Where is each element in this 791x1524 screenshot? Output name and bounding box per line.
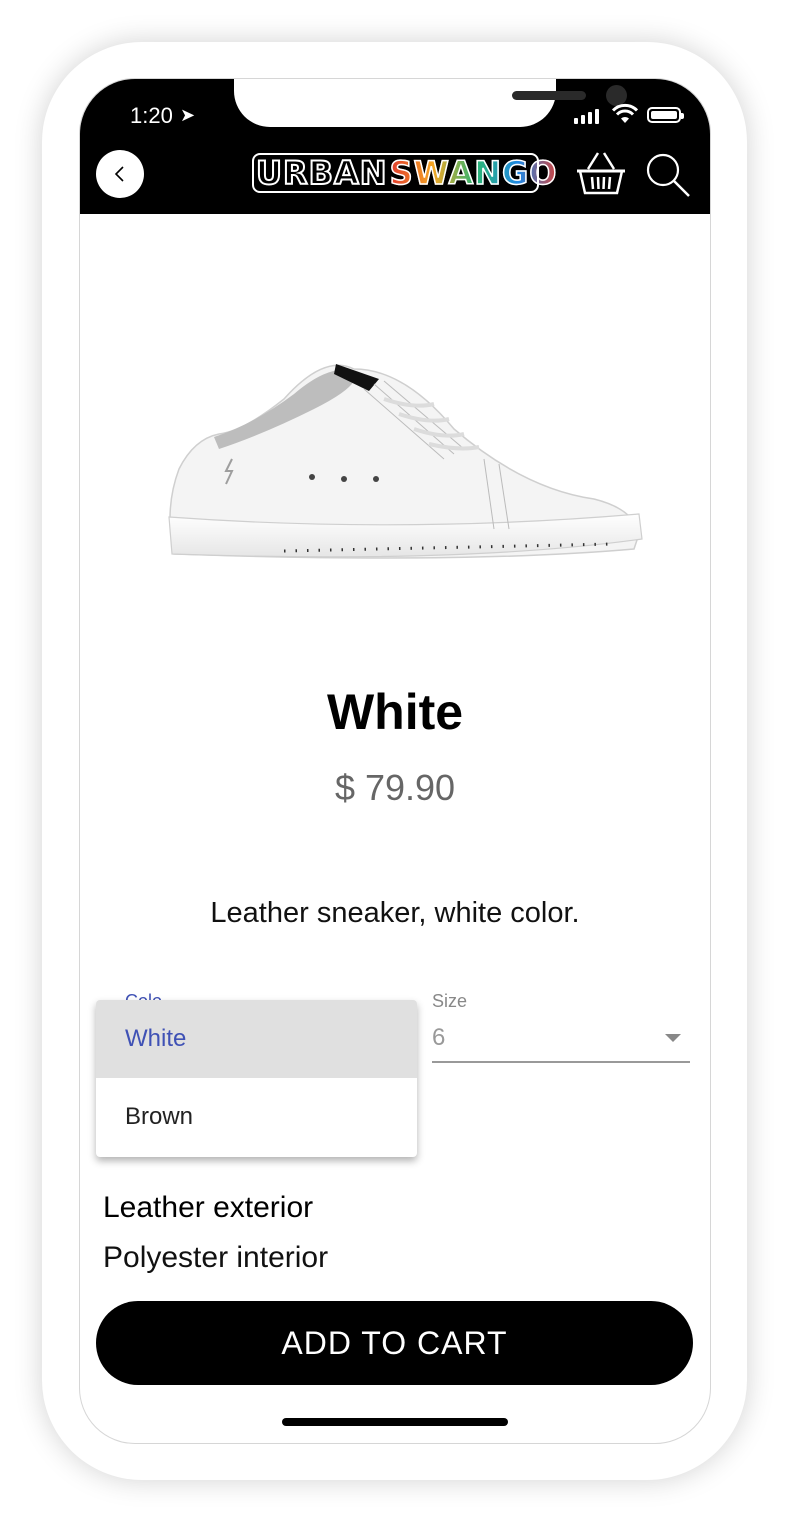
device-notch <box>234 79 627 127</box>
wifi-icon <box>612 103 638 123</box>
color-option-brown[interactable]: Brown <box>96 1078 417 1156</box>
logo-border <box>252 153 539 193</box>
home-indicator[interactable] <box>282 1418 508 1426</box>
add-to-cart-button[interactable]: ADD TO CART <box>96 1301 693 1385</box>
location-arrow-icon: ➤ <box>180 105 196 125</box>
status-time: 1:20 <box>130 103 173 128</box>
speaker <box>512 91 586 100</box>
color-option-white[interactable]: White <box>96 1000 417 1078</box>
caret-down-icon[interactable] <box>665 1034 681 1042</box>
search-icon[interactable] <box>644 151 692 199</box>
product-image <box>168 364 643 559</box>
product-description: Leather sneaker, white color. <box>210 897 580 929</box>
size-select-underline <box>432 1061 690 1063</box>
chevron-left-icon <box>114 166 124 182</box>
size-select-label: Size <box>432 991 468 1011</box>
battery-icon <box>647 107 684 123</box>
top-bar: 1:20 ➤ URBAN SWANGO <box>80 79 710 214</box>
feature-item: Leather exterior <box>103 1191 314 1224</box>
basket-icon[interactable] <box>574 149 628 197</box>
signal-icon <box>574 109 599 124</box>
product-price: $ 79.90 <box>334 767 456 808</box>
app-screen: 1:20 ➤ URBAN SWANGO White $ 79.90 Leathe… <box>79 78 711 1444</box>
color-dropdown-menu: White Brown <box>96 1000 417 1157</box>
size-select-value[interactable]: 6 <box>432 1024 445 1052</box>
back-button[interactable] <box>96 150 144 198</box>
feature-item: Polyester interior <box>103 1241 329 1274</box>
product-title: White <box>326 684 464 740</box>
